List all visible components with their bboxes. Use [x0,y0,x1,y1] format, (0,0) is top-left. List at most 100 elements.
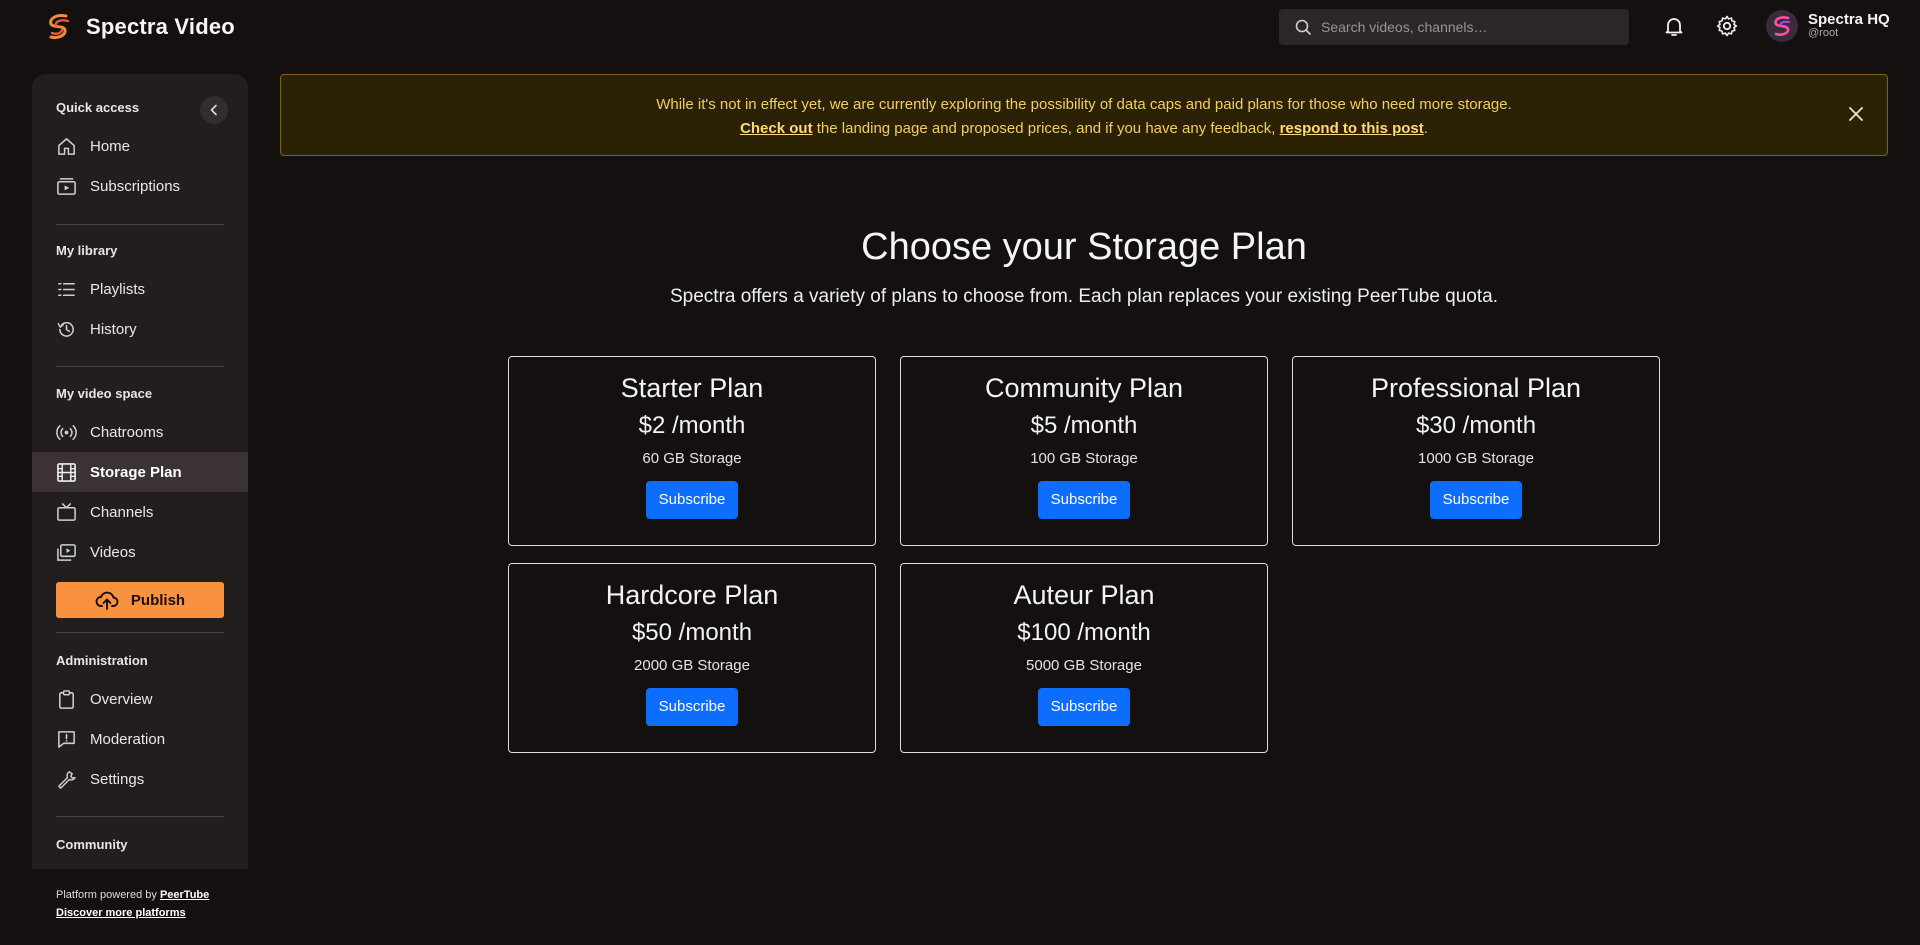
subscribe-button-auteur[interactable]: Subscribe [1038,688,1130,726]
plan-storage: 100 GB Storage [1030,450,1138,467]
collapse-sidebar-button[interactable] [200,96,228,124]
check-out-link[interactable]: Check out [740,120,813,137]
sidebar-item-history[interactable]: History [32,309,248,349]
plan-name: Community Plan [984,373,1184,403]
plan-storage: 60 GB Storage [642,450,742,467]
sidebar-item-chatrooms[interactable]: Chatrooms [32,412,248,452]
plan-name: Auteur Plan [1013,580,1155,610]
divider [56,816,224,817]
brand-logo-link[interactable]: Spectra Video [46,12,235,42]
plan-storage: 5000 GB Storage [1026,657,1142,674]
sidebar-item-playlists[interactable]: Playlists [32,269,248,309]
flag-message-icon [58,730,75,748]
section-my-video-space: My video space [56,386,153,401]
wrench-icon [58,770,76,789]
peertube-link[interactable]: PeerTube [160,889,209,901]
tv-icon [57,502,76,521]
banner-middle-text: the landing page and proposed prices, an… [812,120,1280,137]
respond-post-link[interactable]: respond to this post [1280,120,1424,137]
plan-name: Hardcore Plan [605,580,779,610]
subscribe-button-professional[interactable]: Subscribe [1430,481,1522,519]
home-icon [58,137,75,155]
sidebar-item-label: Videos [90,543,136,561]
footer-powered-by: Platform powered by PeerTube [56,889,209,901]
user-avatar-icon [1774,16,1790,36]
sidebar-item-label: Subscriptions [90,177,181,195]
user-handle: @root [1808,27,1839,40]
plan-card-community: Community Plan $5 /month 100 GB Storage … [900,356,1268,546]
sidebar-item-channels[interactable]: Channels [32,492,248,532]
subscribe-button-hardcore[interactable]: Subscribe [646,688,738,726]
page-title: Choose your Storage Plan [861,226,1307,268]
plan-name: Professional Plan [1370,373,1582,403]
banner-end-text: . [1423,120,1428,137]
sidebar-item-subscriptions[interactable]: Subscriptions [32,166,248,206]
cloud-upload-icon [95,591,119,610]
sidebar-item-label: Moderation [90,730,166,748]
plan-price: $5 /month [1030,412,1138,439]
chevron-left-icon [210,104,217,116]
sidebar-item-overview[interactable]: Overview [32,679,248,719]
user-display-name: Spectra HQ [1808,11,1890,29]
publish-button[interactable]: Publish [56,582,224,618]
sidebar-item-label: Channels [90,503,154,521]
avatar [1766,10,1798,42]
sidebar-item-moderation[interactable]: Moderation [32,719,248,759]
section-community: Community [56,837,128,852]
subscribe-button-community[interactable]: Subscribe [1038,481,1130,519]
subscriptions-icon [57,177,76,195]
section-my-library: My library [56,243,118,258]
footer-powered-text: Platform powered by [56,889,160,901]
plan-price: $2 /month [638,412,746,439]
plan-card-hardcore: Hardcore Plan $50 /month 2000 GB Storage… [508,563,876,753]
plan-price: $30 /month [1415,412,1537,439]
plan-storage: 1000 GB Storage [1418,450,1534,467]
announcement-banner: While it's not in effect yet, we are cur… [280,74,1888,156]
plan-price: $50 /month [631,619,753,646]
discover-platforms-link[interactable]: Discover more platforms [56,907,186,919]
sidebar-item-storage-plan[interactable]: Storage Plan [32,452,248,492]
history-icon [57,321,74,337]
top-header: Spectra Video Spectra HQ @root [0,0,1920,54]
sidebar-item-home[interactable]: Home [32,126,248,166]
plan-card-auteur: Auteur Plan $100 /month 5000 GB Storage … [900,563,1268,753]
publish-label: Publish [130,591,186,609]
page-subtitle: Spectra offers a variety of plans to cho… [669,286,1498,307]
video-icon [57,543,76,561]
spectra-logo-icon [49,14,70,39]
section-administration: Administration [56,653,148,668]
banner-line-1: While it's not in effect yet, we are cur… [656,96,1512,113]
plan-storage: 2000 GB Storage [634,657,750,674]
notifications-bell-icon[interactable] [1662,14,1686,38]
brand-name: Spectra Video [86,14,235,39]
divider [56,366,224,367]
sidebar-item-label: Chatrooms [90,423,164,441]
search-input[interactable] [1321,19,1611,35]
sidebar-item-label: Playlists [90,280,146,298]
sidebar-item-settings[interactable]: Settings [32,759,248,799]
plan-card-professional: Professional Plan $30 /month 1000 GB Sto… [1292,356,1660,546]
settings-gear-icon[interactable] [1715,14,1739,38]
sidebar-item-videos[interactable]: Videos [32,532,248,572]
section-quick-access: Quick access [56,100,140,115]
search-icon [1295,19,1311,35]
close-icon[interactable] [1847,105,1865,123]
playlist-icon [58,282,75,296]
footer-discover: Discover more platforms [56,907,186,919]
sidebar-item-label: History [90,320,137,338]
sidebar-item-label: Overview [90,690,153,708]
sidebar: Quick access Home Subscriptions My libra… [32,74,248,869]
film-icon [57,462,76,482]
broadcast-icon [56,424,77,440]
plan-name: Starter Plan [620,373,764,403]
divider [56,632,224,633]
subscribe-button-starter[interactable]: Subscribe [646,481,738,519]
sidebar-item-label: Settings [90,770,145,788]
search-box[interactable] [1279,9,1629,45]
plan-price: $100 /month [1017,619,1151,646]
clipboard-icon [59,689,74,709]
banner-line-2: Check out the landing page and proposed … [281,117,1887,141]
sidebar-item-label: Home [90,137,131,155]
divider [56,224,224,225]
user-menu[interactable]: Spectra HQ @root [1766,10,1890,42]
